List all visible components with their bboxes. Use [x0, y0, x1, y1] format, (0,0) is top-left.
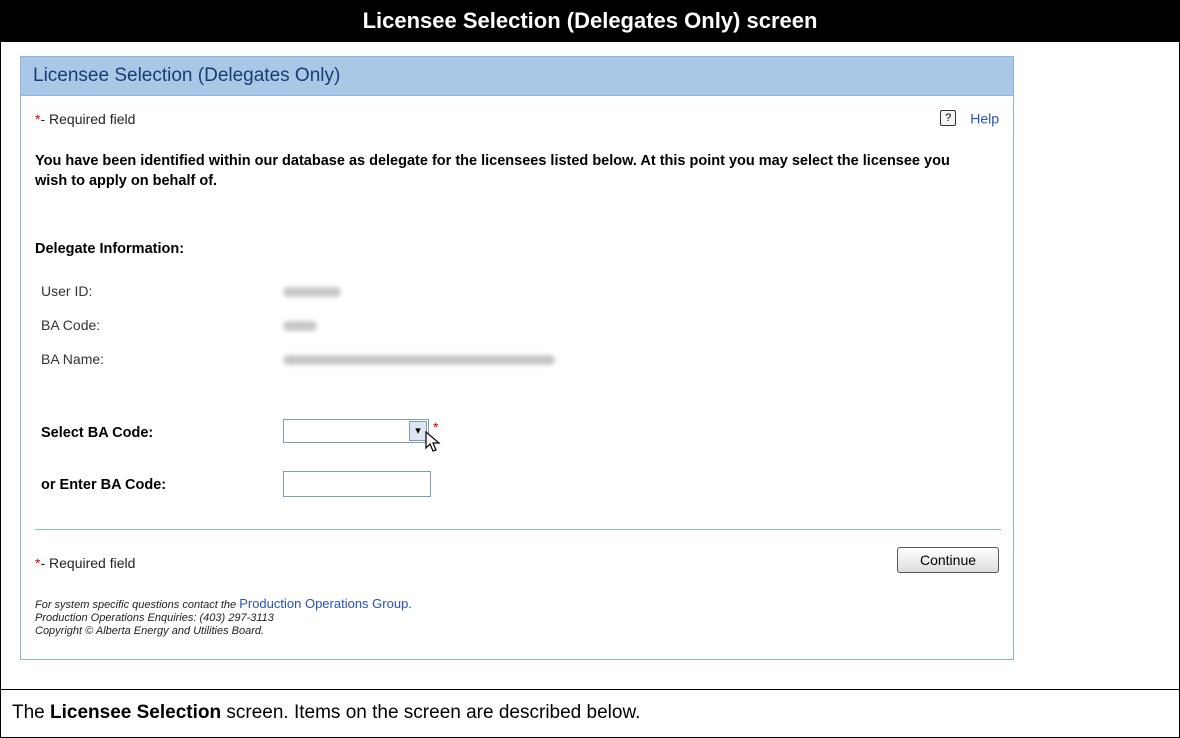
footer-copyright: Copyright © Alberta Energy and Utilities… [35, 625, 265, 637]
footer-enquiries: Production Operations Enquiries: (403) 2… [35, 612, 274, 624]
production-operations-group-link[interactable]: Production Operations Group. [239, 596, 412, 611]
required-field-note: *- Required field [35, 111, 135, 127]
caption-divider [0, 689, 1180, 690]
user-id-value-blurred [283, 287, 341, 297]
required-field-note-bottom: *- Required field [35, 555, 135, 571]
footer-contact-line: For system specific questions contact th… [35, 597, 412, 612]
footer-info: For system specific questions contact th… [35, 597, 412, 638]
panel-title: Licensee Selection (Delegates Only) [21, 57, 1013, 96]
ba-name-label: BA Name: [41, 351, 105, 367]
ba-name-value-blurred [283, 355, 555, 365]
intro-text: You have been identified within our data… [35, 153, 950, 189]
mouse-pointer-icon [425, 431, 441, 452]
help-link[interactable]: Help [970, 110, 999, 126]
ba-code-label: BA Code: [41, 317, 101, 333]
delegate-information-heading: Delegate Information: [35, 241, 185, 257]
help-icon[interactable]: ? [940, 110, 957, 127]
continue-button[interactable]: Continue [897, 547, 999, 573]
help-area: ? Help [940, 109, 999, 127]
licensee-selection-panel: Licensee Selection (Delegates Only) *- R… [20, 56, 1014, 660]
user-id-label: User ID: [41, 283, 93, 299]
enter-ba-code-input[interactable] [283, 471, 431, 497]
document-caption: The Licensee Selection screen. Items on … [12, 702, 640, 724]
select-ba-code-label: Select BA Code: [41, 425, 154, 441]
ba-code-value-blurred [283, 321, 317, 331]
caption-prefix: The [12, 702, 51, 723]
caption-bold: Licensee Selection [50, 702, 222, 723]
footer-contact-prefix: For system specific questions contact th… [35, 599, 240, 611]
section-divider [35, 529, 1001, 530]
required-field-text-bottom: - Required field [40, 555, 136, 571]
required-field-text: - Required field [40, 111, 136, 127]
enter-ba-code-label: or Enter BA Code: [41, 477, 167, 493]
caption-suffix: screen. Items on the screen are describe… [221, 702, 641, 723]
select-ba-code-dropdown[interactable]: ▾ [283, 419, 429, 443]
document-banner-title: Licensee Selection (Delegates Only) scre… [0, 0, 1180, 42]
